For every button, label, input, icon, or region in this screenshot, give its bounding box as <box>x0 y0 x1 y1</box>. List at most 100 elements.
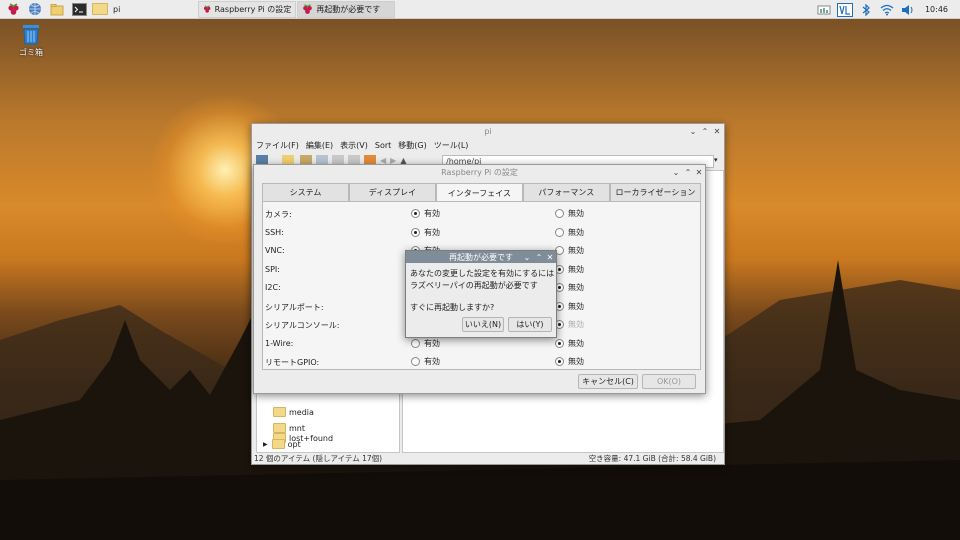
trash-label: ゴミ箱 <box>19 48 43 57</box>
cpu-monitor-icon[interactable] <box>815 2 833 18</box>
tab-performance[interactable]: パフォーマンス <box>522 183 610 201</box>
system-tray: 10:46 <box>812 0 960 19</box>
address-dropdown-icon[interactable]: ▾ <box>714 156 718 164</box>
enable-radio[interactable]: 有効 <box>411 227 440 238</box>
reboot-dialog: 再起動が必要です ⌄ ⌃ ✕ あなたの変更した設定を有効にするには ラズベリーパ… <box>405 250 557 338</box>
interface-label: VNC: <box>265 246 285 255</box>
interface-row: SSH: 有効 無効 <box>263 224 700 242</box>
radio-label: 無効 <box>568 301 584 311</box>
disable-radio[interactable]: 無効 <box>555 338 584 349</box>
menu-file[interactable]: ファイル(F) <box>256 140 299 151</box>
terminal-icon[interactable] <box>70 1 88 17</box>
tab-localisation[interactable]: ローカライゼーション <box>609 183 702 201</box>
menubar: ファイル(F) 編集(E) 表示(V) Sort 移動(G) ツール(L) <box>252 138 724 152</box>
close-icon[interactable]: ✕ <box>712 124 722 138</box>
interface-label: 1-Wire: <box>265 338 294 348</box>
dialog-question: すぐに再起動しますか? <box>410 303 495 312</box>
interface-row: カメラ: 有効 無効 <box>263 205 700 223</box>
raspberry-menu-icon[interactable] <box>4 1 22 17</box>
menu-go[interactable]: 移動(G) <box>398 140 426 151</box>
menu-view[interactable]: 表示(V) <box>340 140 368 151</box>
status-bar: 12 個のアイテム (隠しアイテム 17個) 空き容量: 47.1 GiB (合… <box>252 452 724 464</box>
radio-icon <box>411 227 420 237</box>
tree-item[interactable]: ▶ opt <box>263 436 301 452</box>
radio-label: 有効 <box>424 357 440 366</box>
tree-item[interactable]: media <box>273 404 314 420</box>
disable-radio[interactable]: 無効 <box>555 245 584 256</box>
taskbar-task-reboot[interactable]: 再起動が必要です <box>297 0 396 18</box>
radio-label: 無効 <box>568 264 584 274</box>
free-space: 空き容量: 47.1 GiB (合計: 58.4 GiB) <box>588 453 716 463</box>
desktop-trash[interactable]: ゴミ箱 <box>16 23 46 58</box>
vnc-icon[interactable] <box>836 2 854 18</box>
task-label: 再起動が必要です <box>316 4 381 14</box>
raspberry-icon <box>303 4 313 14</box>
minimize-icon[interactable]: ⌄ <box>688 124 698 138</box>
disable-radio[interactable]: 無効 <box>555 227 584 238</box>
radio-label: 無効 <box>568 320 584 329</box>
radio-label: 無効 <box>568 209 584 218</box>
disable-radio[interactable]: 無効 <box>555 208 584 219</box>
taskbar-task-config[interactable]: Raspberry Pi の設定 <box>198 0 297 18</box>
folder-name: opt <box>287 439 301 449</box>
minimize-icon[interactable]: ⌄ <box>671 165 681 179</box>
file-manager-icon[interactable] <box>48 1 66 17</box>
taskbar: pi Raspberry Pi の設定 再起動が必要です 10:46 <box>0 0 960 19</box>
interface-label: シリアルポート: <box>265 302 324 312</box>
folder-icon <box>271 439 285 449</box>
close-icon[interactable]: ✕ <box>694 165 704 179</box>
disable-radio[interactable]: 無効 <box>555 264 584 275</box>
radio-label: 無効 <box>568 246 584 255</box>
enable-radio[interactable]: 有効 <box>411 338 440 349</box>
task-label: Raspberry Pi の設定 <box>214 4 292 14</box>
maximize-icon[interactable]: ⌃ <box>683 165 693 179</box>
minimize-icon[interactable]: ⌄ <box>522 251 532 263</box>
interface-label: SSH: <box>265 227 284 237</box>
tree-item[interactable]: mnt <box>273 420 305 436</box>
tab-system[interactable]: システム <box>262 183 349 201</box>
expand-icon[interactable]: ▶ <box>263 441 268 448</box>
ok-button[interactable]: OK(O) <box>642 374 696 389</box>
clock[interactable]: 10:46 <box>925 5 948 14</box>
tab-display[interactable]: ディスプレイ <box>348 183 436 201</box>
radio-label: 無効 <box>568 227 584 237</box>
radio-icon <box>555 338 564 348</box>
tab-interfaces[interactable]: インターフェイス <box>435 183 523 202</box>
menu-tools[interactable]: ツール(L) <box>434 140 469 151</box>
disable-radio[interactable]: 無効 <box>555 356 584 367</box>
dialog-message-line1: あなたの変更した設定を有効にするには <box>410 269 555 278</box>
dialog-message: あなたの変更した設定を有効にするには ラズベリーパイの再起動が必要です <box>410 268 558 292</box>
web-browser-icon[interactable] <box>26 1 44 17</box>
config-titlebar[interactable]: Raspberry Pi の設定 ⌄ ⌃ ✕ <box>254 165 705 179</box>
wifi-icon[interactable] <box>878 2 896 18</box>
file-manager-titlebar[interactable]: pi ⌄ ⌃ ✕ <box>252 124 724 138</box>
radio-icon <box>411 338 420 348</box>
interface-label: カメラ: <box>265 210 292 219</box>
maximize-icon[interactable]: ⌃ <box>534 251 544 263</box>
radio-label: 有効 <box>424 338 440 348</box>
disable-radio[interactable]: 無効 <box>555 319 584 330</box>
enable-radio[interactable]: 有効 <box>411 208 440 219</box>
close-icon[interactable]: ✕ <box>545 251 555 263</box>
no-button[interactable]: いいえ(N) <box>462 317 504 332</box>
dialog-titlebar[interactable]: 再起動が必要です ⌄ ⌃ ✕ <box>406 251 556 263</box>
config-tabs: システム ディスプレイ インターフェイス パフォーマンス ローカライゼーション <box>262 183 702 202</box>
dialog-message-line2: ラズベリーパイの再起動が必要です <box>410 281 538 290</box>
taskbar-folder-pi[interactable]: pi <box>88 1 124 18</box>
yes-button[interactable]: はい(Y) <box>508 317 552 332</box>
menu-sort[interactable]: Sort <box>375 141 391 150</box>
enable-radio[interactable]: 有効 <box>411 356 440 367</box>
cancel-button[interactable]: キャンセル(C) <box>578 374 638 389</box>
folder-name: media <box>289 407 314 417</box>
window-title: pi <box>484 126 492 136</box>
disable-radio[interactable]: 無効 <box>555 282 584 293</box>
radio-icon <box>411 357 420 366</box>
window-title: Raspberry Pi の設定 <box>441 167 518 177</box>
disable-radio[interactable]: 無効 <box>555 301 584 312</box>
radio-label: 無効 <box>568 357 584 366</box>
bluetooth-icon[interactable] <box>857 2 875 18</box>
radio-icon <box>411 209 420 218</box>
maximize-icon[interactable]: ⌃ <box>700 124 710 138</box>
menu-edit[interactable]: 編集(E) <box>306 140 333 151</box>
volume-icon[interactable] <box>899 2 917 18</box>
